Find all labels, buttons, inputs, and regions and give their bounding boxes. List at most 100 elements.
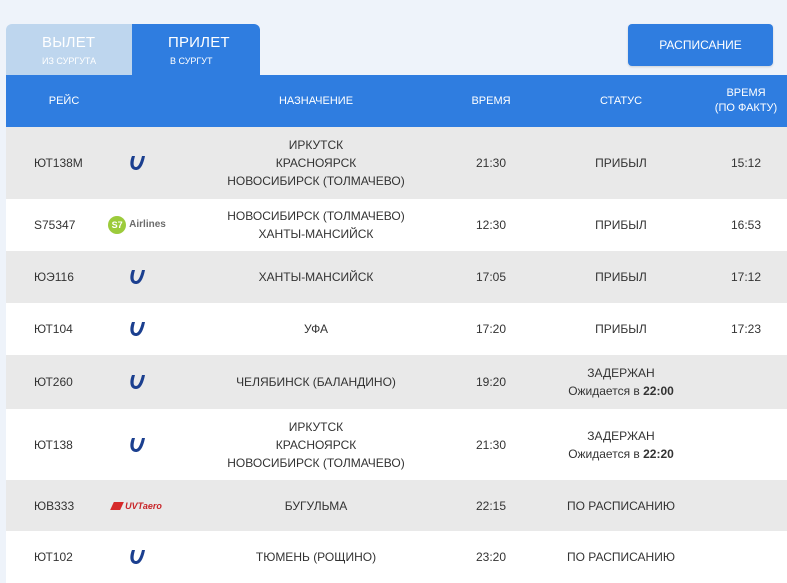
expected-label: Ожидается в (568, 384, 644, 398)
scheduled-time: 21:30 (475, 437, 507, 452)
table-row[interactable]: ЮТ138 ИРКУТСК КРАСНОЯРСК НОВОСИБИРСК (ТОЛМА… (6, 409, 787, 480)
table-row[interactable]: ЮВ333 UVTaero БУГУЛЬМА 22:15 ПО РАСПИСАНИЮ (6, 480, 787, 531)
utair-logo (102, 251, 172, 303)
destination-line: НОВОСИБИРСК (ТОЛМАЧЕВО) (227, 455, 405, 470)
flight-number: ЮТ260 (34, 375, 73, 389)
uvt-aero-logo: UVTaero (102, 480, 172, 531)
tab-departure[interactable]: ВЫЛЕТ ИЗ СУРГУТА (6, 24, 132, 76)
destination-line: ИРКУТСК (288, 138, 344, 152)
actual-time (706, 355, 786, 409)
flight-number: S75347 (34, 218, 76, 232)
destination: УФА (196, 303, 436, 355)
uvt-aero-mark-icon (110, 501, 125, 510)
table-row[interactable]: S75347 S7 Airlines НОВОСИБИРСК (ТОЛМАЧЕВО) Х… (6, 199, 787, 251)
expected-time-value: 22:00 (643, 384, 674, 398)
flight-status: ПО РАСПИСАНИЮ (546, 480, 696, 531)
flight-number: ЮВ333 (34, 498, 75, 513)
column-header-actual-time: ВРЕМЯ (ПО ФАКТУ) (706, 75, 786, 127)
utair-logo (102, 409, 172, 480)
flight-status: ПРИБЫЛ (546, 251, 696, 303)
destination: ТЮМЕНЬ (РОЩИНО) (196, 531, 436, 583)
actual-time (706, 531, 786, 583)
column-header-actual-line2: (ПО ФАКТУ) (714, 102, 778, 114)
column-header-flight: РЕЙС (48, 94, 80, 107)
status-text: ЗАДЕРЖАН (587, 366, 655, 380)
column-header-status: СТАТУС (599, 94, 643, 107)
expected-time: Ожидается в 22:00 (568, 382, 674, 400)
flight-number: ЮТ138 (34, 437, 73, 452)
destination-line: ЧЕЛЯБИНСК (БАЛАНДИНО) (236, 375, 396, 389)
destination-line: КРАСНОЯРСК (275, 156, 357, 170)
utair-logo-icon (130, 550, 145, 564)
flight-number: ЮЭ116 (34, 270, 74, 284)
scheduled-time: 17:05 (475, 270, 507, 284)
utair-logo (102, 531, 172, 583)
table-row[interactable]: ЮТ102 ТЮМЕНЬ (РОЩИНО) 23:20 ПО РАСПИСАНИЮ (6, 531, 787, 583)
column-header-time: ВРЕМЯ (471, 94, 511, 107)
destination-line: ИРКУТСК (288, 419, 344, 434)
tab-arrival-subtitle: В СУРГУТ (170, 56, 213, 66)
tab-arrival-title: ПРИЛЕТ (168, 34, 230, 51)
column-header-actual-line1: ВРЕМЯ (726, 87, 766, 99)
destination-line: УФА (303, 322, 329, 336)
status-text: ПРИБЫЛ (595, 322, 647, 336)
table-row[interactable]: ЮТ104 УФА 17:20 ПРИБЫЛ 17:23 (6, 303, 787, 355)
flight-number: ЮТ104 (34, 322, 73, 336)
actual-time: 15:12 (730, 156, 762, 170)
flight-status: ПРИБЫЛ (546, 199, 696, 251)
expected-label: Ожидается в (568, 446, 644, 461)
destination: БУГУЛЬМА (196, 480, 436, 531)
column-header-destination: НАЗНАЧЕНИЕ (278, 94, 354, 107)
flight-status: ЗАДЕРЖАН Ожидается в 22:20 (546, 409, 696, 480)
status-text: ПРИБЫЛ (595, 156, 647, 170)
utair-logo (102, 127, 172, 199)
destination: НОВОСИБИРСК (ТОЛМАЧЕВО) ХАНТЫ-МАНСИЙСК (196, 199, 436, 251)
scheduled-time: 21:30 (475, 156, 507, 170)
scheduled-time: 23:20 (475, 550, 507, 564)
actual-time: 17:23 (730, 322, 762, 336)
actual-time (706, 409, 786, 480)
flight-number: ЮТ138М (34, 156, 83, 170)
s7-logo-word: Airlines (129, 219, 166, 230)
destination-line: ТЮМЕНЬ (РОЩИНО) (255, 550, 377, 564)
utair-logo-icon (130, 156, 145, 170)
scheduled-time: 19:20 (475, 375, 507, 389)
utair-logo-icon (130, 270, 145, 284)
direction-tabs: ВЫЛЕТ ИЗ СУРГУТА ПРИЛЕТ В СУРГУТ (6, 24, 260, 76)
table-header: РЕЙС НАЗНАЧЕНИЕ ВРЕМЯ СТАТУС ВРЕМЯ (ПО Ф… (6, 75, 787, 127)
scheduled-time: 17:20 (475, 322, 507, 336)
utair-logo-icon (130, 375, 145, 389)
destination-line: НОВОСИБИРСК (ТОЛМАЧЕВО) (227, 174, 405, 188)
actual-time: 16:53 (730, 218, 762, 232)
destination-line: БУГУЛЬМА (284, 498, 348, 513)
status-text: ПО РАСПИСАНИЮ (567, 550, 675, 564)
status-text: ЗАДЕРЖАН (587, 428, 655, 443)
tab-arrival[interactable]: ПРИЛЕТ В СУРГУТ (132, 24, 260, 76)
utair-logo (102, 355, 172, 409)
destination-line: НОВОСИБИРСК (ТОЛМАЧЕВО) (227, 209, 405, 223)
table-row[interactable]: ЮТ260 ЧЕЛЯБИНСК (БАЛАНДИНО) 19:20 ЗАДЕРЖАН О… (6, 355, 787, 409)
scheduled-time: 22:15 (475, 498, 507, 513)
destination: ИРКУТСК КРАСНОЯРСК НОВОСИБИРСК (ТОЛМАЧЕВО) (196, 127, 436, 199)
tab-departure-subtitle: ИЗ СУРГУТА (42, 56, 97, 66)
flight-status: ПО РАСПИСАНИЮ (546, 531, 696, 583)
destination-line: ХАНТЫ-МАНСИЙСК (258, 227, 374, 241)
table-row[interactable]: ЮТ138М ИРКУТСК КРАСНОЯРСК НОВОСИБИРСК (ТОЛМ… (6, 127, 787, 199)
destination: ЧЕЛЯБИНСК (БАЛАНДИНО) (196, 355, 436, 409)
s7-airlines-logo: S7 Airlines (102, 199, 172, 251)
table-row[interactable]: ЮЭ116 ХАНТЫ-МАНСИЙСК 17:05 ПРИБЫЛ 17:12 (6, 251, 787, 303)
status-text: ПРИБЫЛ (595, 270, 647, 284)
status-text: ПО РАСПИСАНИЮ (567, 498, 675, 513)
utair-logo-icon (130, 322, 145, 336)
utair-logo-icon (130, 437, 145, 452)
actual-time: 17:12 (730, 270, 762, 284)
utair-logo (102, 303, 172, 355)
flight-status: ПРИБЫЛ (546, 303, 696, 355)
expected-time: Ожидается в 22:20 (568, 445, 674, 463)
destination-line: ХАНТЫ-МАНСИЙСК (258, 270, 374, 284)
destination-line: КРАСНОЯРСК (275, 437, 357, 452)
actual-time (706, 480, 786, 531)
expected-time-value: 22:20 (643, 446, 674, 461)
scheduled-time: 12:30 (475, 218, 507, 232)
schedule-button[interactable]: РАСПИСАНИЕ (628, 24, 773, 66)
